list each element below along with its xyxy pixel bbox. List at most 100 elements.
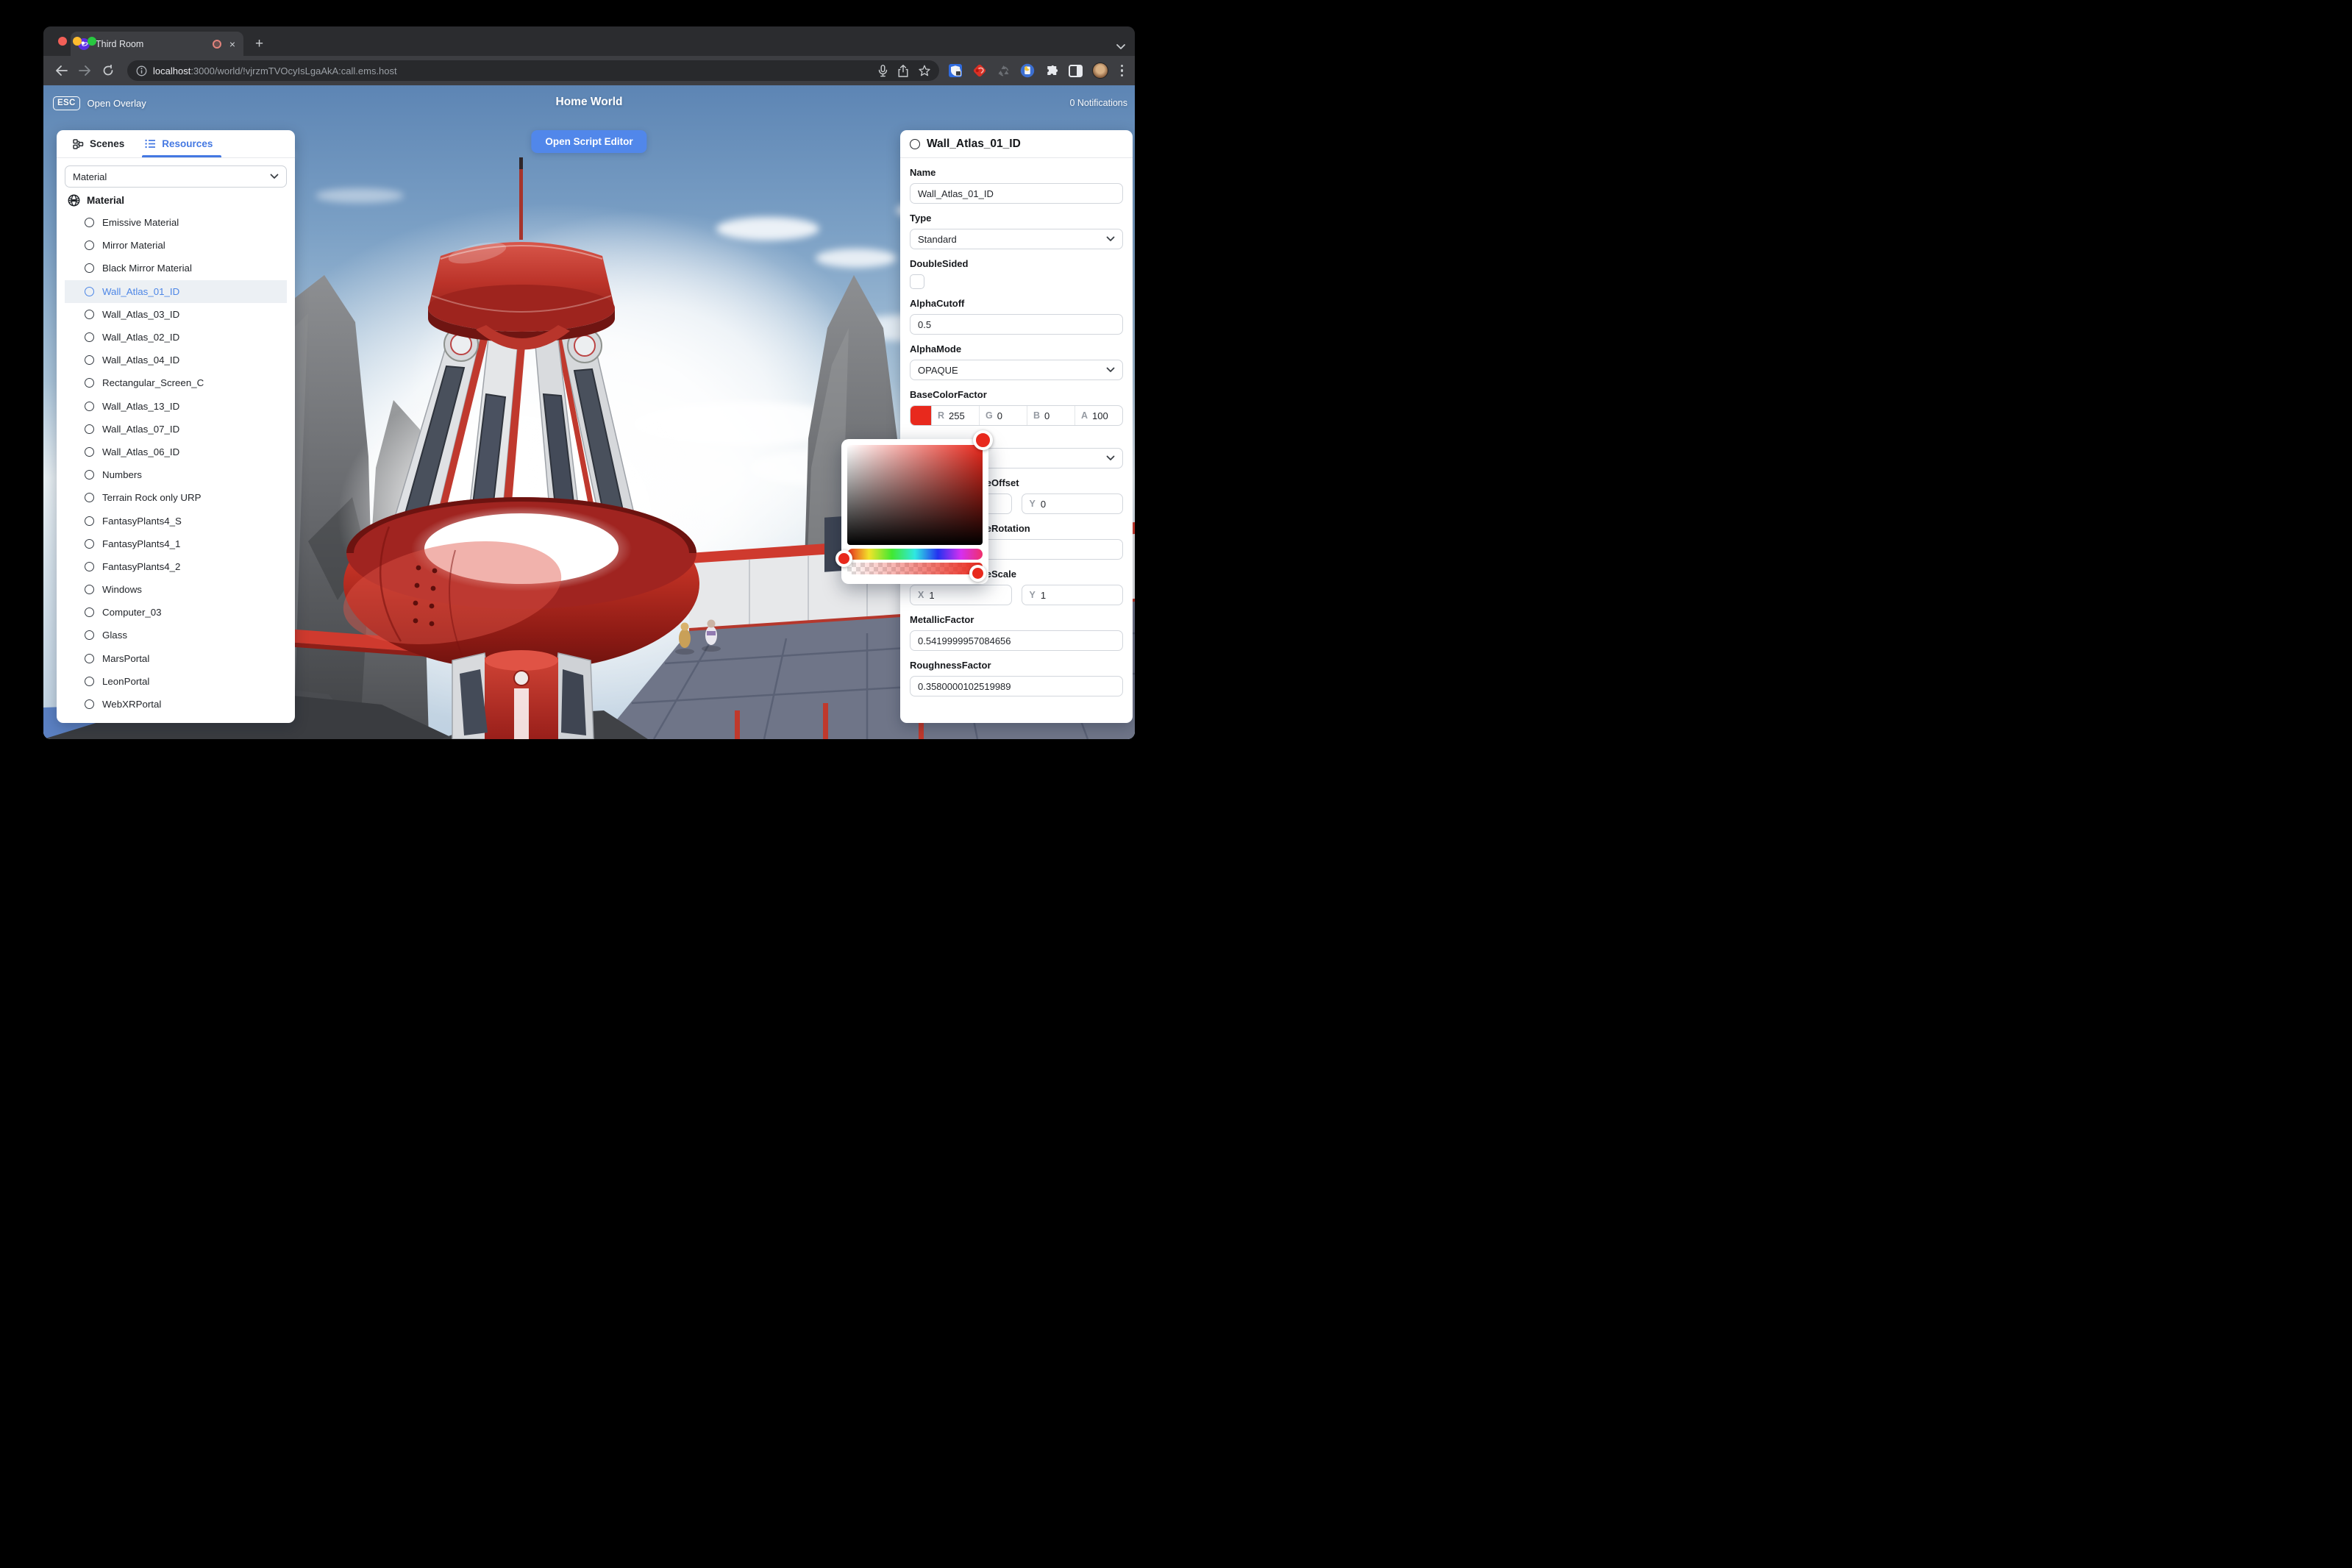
material-list-item[interactable]: Wall_Atlas_04_ID [65, 349, 287, 371]
name-input[interactable] [910, 183, 1123, 204]
scale-x-input[interactable]: X1 [910, 585, 1012, 605]
chrome-menu-icon[interactable] [1118, 65, 1127, 77]
tab-resources[interactable]: Resources [145, 130, 213, 157]
alpha-handle[interactable] [969, 565, 986, 582]
material-list-item[interactable]: Wall_Atlas_02_ID [65, 326, 287, 349]
chevron-down-icon [1106, 455, 1115, 461]
alphamode-select[interactable]: OPAQUE [910, 360, 1123, 380]
tree-root-label: Material [87, 195, 124, 206]
material-item-label: Terrain Rock only URP [102, 492, 202, 503]
alpha-channel[interactable]: A100 [1075, 406, 1122, 425]
tab-close-icon[interactable]: × [227, 38, 238, 50]
privacy-shield-extension-icon[interactable] [948, 63, 963, 78]
roughnessfactor-input[interactable] [910, 676, 1123, 696]
offset-y-input[interactable]: Y0 [1022, 493, 1124, 514]
doublesided-checkbox[interactable] [910, 274, 924, 289]
material-list-item[interactable]: FantasyPlants4_1 [65, 532, 287, 555]
material-list-item[interactable]: FantasyPlants4_2 [65, 555, 287, 578]
material-list-item[interactable]: Emissive Material [65, 211, 287, 234]
macos-zoom-button[interactable] [88, 37, 96, 46]
material-list-item[interactable]: Windows [65, 578, 287, 601]
saturation-area[interactable] [847, 445, 983, 545]
blue-channel[interactable]: B0 [1027, 406, 1075, 425]
tree-root-material[interactable]: Material [65, 188, 287, 211]
resource-category-select[interactable]: Material [65, 165, 287, 188]
material-item-label: Wall_Atlas_06_ID [102, 446, 179, 457]
microphone-icon[interactable] [878, 65, 888, 77]
material-circle-icon [85, 699, 94, 709]
metallicfactor-input[interactable] [910, 630, 1123, 651]
material-list-item[interactable]: Black Mirror Material [65, 257, 287, 279]
chevron-down-icon [1106, 236, 1115, 242]
share-icon[interactable] [898, 65, 908, 77]
world-title: Home World [43, 96, 1135, 109]
tab-strip: Third Room × + [43, 26, 1135, 56]
materials-list: Emissive MaterialMirror Material Black Mi… [65, 211, 287, 723]
type-select[interactable]: Standard [910, 229, 1123, 249]
green-channel[interactable]: G0 [979, 406, 1027, 425]
material-circle-icon [85, 287, 94, 296]
side-panel-icon[interactable] [1069, 65, 1083, 77]
red-channel[interactable]: R255 [931, 406, 979, 425]
tab-scenes[interactable]: Scenes [73, 130, 124, 157]
puzzle-extensions-icon[interactable] [1044, 63, 1059, 78]
tab-title: Third Room [96, 39, 207, 49]
notifications-label[interactable]: 0 Notifications [1069, 98, 1127, 108]
forward-button[interactable] [74, 60, 95, 81]
material-list-item[interactable]: Computer_03 [65, 601, 287, 624]
material-list-item[interactable]: Terrain Rock only URP [65, 486, 287, 509]
material-circle-icon [85, 677, 94, 686]
material-list-item[interactable]: Mirror Material [65, 234, 287, 257]
globe-icon [68, 194, 80, 207]
url-bar[interactable]: localhost:3000/world/!vjrzmTVOcyIsLgaAkA… [127, 60, 939, 81]
material-list-item[interactable]: Rectangular_Screen_C [65, 371, 287, 394]
macos-minimize-button[interactable] [73, 37, 82, 46]
scale-y-input[interactable]: Y1 [1022, 585, 1124, 605]
material-list-item[interactable]: Glass [65, 624, 287, 646]
alpha-slider[interactable] [847, 563, 983, 574]
material-item-label: WebXRPortal [102, 699, 161, 710]
material-list-item[interactable]: Wall_Atlas_06_ID [65, 441, 287, 463]
hue-handle[interactable] [835, 550, 852, 567]
tab-resources-label: Resources [162, 138, 213, 149]
profile-avatar[interactable] [1092, 63, 1108, 79]
red-diamond-extension-icon[interactable] [972, 63, 987, 78]
material-list-item[interactable]: Wall_Atlas_03_ID [65, 303, 287, 326]
material-item-label: Wall_Atlas_07_ID [102, 424, 179, 435]
metallicfactor-label: MetallicFactor [910, 614, 1123, 626]
resources-panel: Scenes Resources Material Material [57, 130, 295, 723]
new-tab-button[interactable]: + [251, 36, 268, 52]
properties-title: Wall_Atlas_01_ID [927, 138, 1021, 151]
back-button[interactable] [51, 60, 71, 81]
hue-slider[interactable] [847, 549, 983, 560]
material-item-label: FantasyPlants4_2 [102, 561, 180, 572]
recycle-extension-icon[interactable] [997, 64, 1011, 78]
material-list-item[interactable]: WebXRPortal [65, 693, 287, 716]
reload-button[interactable] [98, 60, 118, 81]
dark-reader-extension-icon[interactable] [1020, 63, 1035, 78]
material-list-item[interactable]: Wall_Atlas_13_ID [65, 395, 287, 418]
material-list-item[interactable]: Wall_Atlas_07_ID [65, 418, 287, 441]
extension-area [948, 63, 1128, 79]
alphacutoff-label: AlphaCutoff [910, 298, 1123, 310]
material-item-label: Black Mirror Material [102, 263, 192, 274]
material-list-item[interactable]: FantasyPlants4_S [65, 509, 287, 532]
material-list-item[interactable]: Wall_Atlas_01_ID [65, 280, 287, 303]
alphacutoff-input[interactable] [910, 314, 1123, 335]
basecolorfactor-label: BaseColorFactor [910, 389, 1123, 401]
open-script-editor-button[interactable]: Open Script Editor [531, 130, 646, 153]
site-info-icon[interactable] [136, 65, 147, 76]
saturation-handle[interactable] [973, 430, 993, 450]
macos-close-button[interactable] [58, 37, 67, 46]
bookmark-star-icon[interactable] [919, 65, 930, 76]
browser-tab[interactable]: Third Room × [71, 32, 243, 56]
color-swatch[interactable] [910, 406, 931, 425]
material-circle-icon [85, 355, 94, 365]
material-list-item[interactable]: Numbers [65, 463, 287, 486]
type-label: Type [910, 213, 1123, 224]
material-list-item[interactable]: LeonPortal [65, 670, 287, 693]
material-list-item[interactable]: MarsPortal [65, 647, 287, 670]
resource-category-value: Material [73, 171, 107, 182]
material-item-label: FantasyPlants4_1 [102, 538, 180, 549]
search-tabs-chevron-icon[interactable] [1116, 43, 1126, 50]
